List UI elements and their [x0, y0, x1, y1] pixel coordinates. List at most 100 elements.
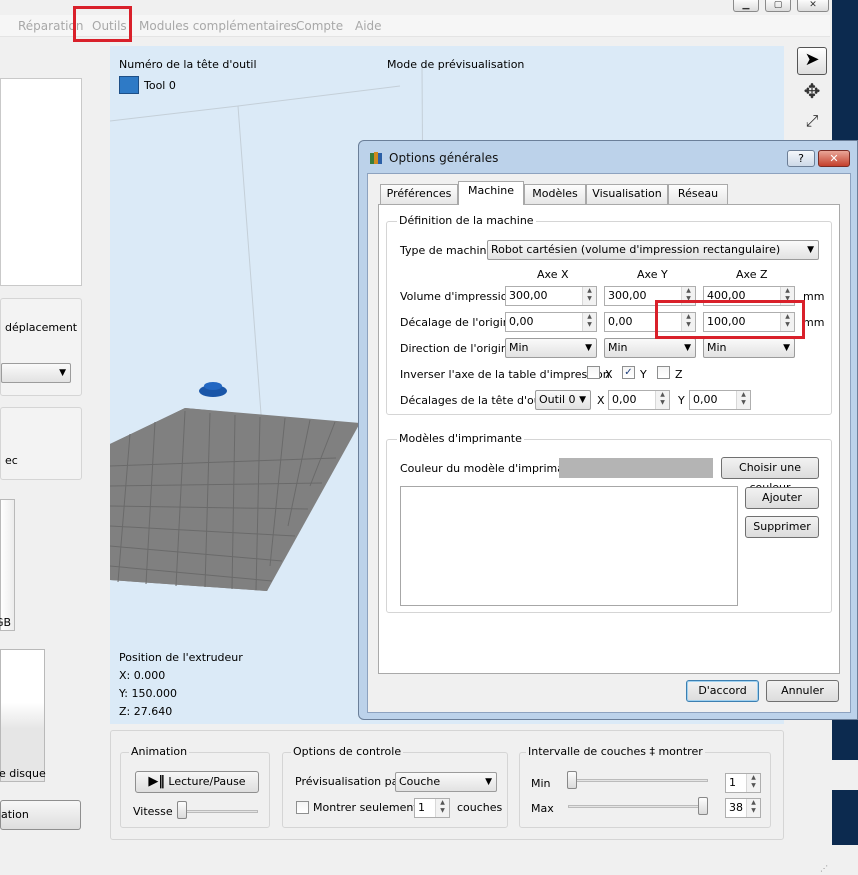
highlight-z-offset: [655, 300, 805, 339]
menu-addons[interactable]: Modules complémentaires: [139, 19, 297, 33]
dialog-title: Options générales: [389, 151, 499, 165]
extruder-y: Y: 150.000: [119, 687, 177, 700]
tool-offset-y-value: 0,00: [693, 393, 718, 406]
menu-help[interactable]: Aide: [355, 19, 382, 33]
direction-z-combo[interactable]: Min ▼: [703, 338, 795, 358]
chevron-down-icon: ▼: [807, 245, 814, 255]
speed-slider-handle[interactable]: [177, 801, 187, 819]
printer-models-list[interactable]: [400, 486, 738, 606]
offset-y-value: 0,00: [608, 315, 633, 328]
extruder-title: Position de l'extrudeur: [119, 651, 243, 664]
interval-max-handle[interactable]: [698, 797, 708, 815]
add-button[interactable]: Ajouter: [745, 487, 819, 509]
tool-offset-y-spinbox[interactable]: 0,00 ▲ ▼: [689, 390, 751, 410]
spin-arrows-icon[interactable]: ▲ ▼: [655, 391, 669, 409]
interval-max-value: 38: [729, 801, 743, 814]
play-pause-label: Lecture/Pause: [168, 775, 246, 788]
bottom-left-button[interactable]: ation: [0, 800, 81, 830]
tab-preferences[interactable]: Préférences: [380, 184, 458, 204]
only-show-value: 1: [418, 801, 425, 814]
tool-offset-combo[interactable]: Outil 0 ▼: [535, 390, 591, 410]
direction-x-combo[interactable]: Min ▼: [505, 338, 597, 358]
offset-x-spinbox[interactable]: 0,00 ▲ ▼: [505, 312, 597, 332]
chevron-down-icon: ▼: [59, 368, 66, 378]
object-list[interactable]: [0, 78, 82, 286]
only-show-spinbox[interactable]: 1 ▲ ▼: [414, 798, 450, 818]
spin-arrows-icon[interactable]: ▲ ▼: [746, 774, 760, 792]
interval-min-label: Min: [531, 777, 551, 790]
menu-account[interactable]: Compte: [296, 19, 343, 33]
tab-visualisation[interactable]: Visualisation: [586, 184, 668, 204]
preview-by-combo[interactable]: Couche ▼: [395, 772, 497, 792]
preview-by-value: Couche: [399, 775, 441, 788]
machine-type-label: Type de machine: [400, 244, 494, 257]
tab-models[interactable]: Modèles: [524, 184, 586, 204]
disk-label: e disque: [0, 767, 46, 780]
ok-button[interactable]: D'accord: [686, 680, 759, 702]
interval-min-slider[interactable]: [568, 779, 708, 782]
choose-color-button[interactable]: Choisir une couleur: [721, 457, 819, 494]
close-window-button[interactable]: ✕: [797, 0, 829, 12]
spin-arrows-icon[interactable]: ▲ ▼: [582, 287, 596, 305]
tool-color-swatch[interactable]: [119, 76, 139, 94]
help-button[interactable]: ?: [787, 150, 815, 167]
interval-min-spinbox[interactable]: 1 ▲ ▼: [725, 773, 761, 793]
disk-gauge: e disque: [0, 649, 46, 782]
minimize-button[interactable]: ▁: [733, 0, 759, 12]
speed-slider[interactable]: [178, 810, 258, 813]
volume-x-value: 300,00: [509, 289, 548, 302]
cancel-button[interactable]: Annuler: [766, 680, 839, 702]
extruder-x: X: 0.000: [119, 669, 166, 682]
spin-arrows-icon[interactable]: ▲ ▼: [736, 391, 750, 409]
resize-grip-icon[interactable]: ⋰: [820, 864, 828, 873]
invert-z-checkbox[interactable]: [657, 366, 670, 379]
volume-x-spinbox[interactable]: 300,00 ▲ ▼: [505, 286, 597, 306]
tool-offset-y-label: Y: [678, 394, 685, 407]
chevron-down-icon: ▼: [579, 395, 586, 405]
direction-y-combo[interactable]: Min ▼: [604, 338, 696, 358]
tool-name: Tool 0: [144, 79, 176, 92]
options-dialog: Options générales ? ✕ Préférences Machin…: [358, 140, 858, 720]
tool-offset-x-spinbox[interactable]: 0,00 ▲ ▼: [608, 390, 670, 410]
tool-offset-label: Décalages de la tête d'outil: [400, 394, 552, 407]
tab-machine[interactable]: Machine: [458, 181, 524, 205]
interval-title: Intervalle de couches ‡ montrer: [526, 745, 705, 758]
spin-arrows-icon[interactable]: ▲ ▼: [435, 799, 449, 817]
direction-label: Direction de l'origine: [400, 342, 515, 355]
chevron-down-icon: ▼: [585, 343, 592, 353]
speed-label: Vitesse: [133, 805, 173, 818]
machine-type-combo[interactable]: Robot cartésien (volume d'impression rec…: [487, 240, 819, 260]
axis-y-header: Axe Y: [637, 268, 668, 281]
move-label: déplacement: [5, 321, 78, 334]
printer-color-label: Couleur du modèle d'imprimante: [400, 462, 583, 475]
chevron-down-icon: ▼: [485, 777, 492, 787]
play-pause-icon: ▶‖: [148, 774, 165, 789]
extruder-z: Z: 27.640: [119, 705, 173, 718]
preview-by-label: Prévisualisation par: [295, 775, 403, 788]
play-pause-button[interactable]: ▶‖ Lecture/Pause: [135, 771, 259, 793]
invert-x-checkbox[interactable]: [587, 366, 600, 379]
scale-icon[interactable]: ⤢: [797, 108, 827, 136]
invert-z-label: Z: [675, 368, 683, 381]
invert-y-checkbox[interactable]: ✓: [622, 366, 635, 379]
dialog-close-button[interactable]: ✕: [818, 150, 850, 167]
app-icon: [369, 151, 383, 165]
partial-label: ec: [5, 454, 18, 467]
spin-arrows-icon[interactable]: ▲ ▼: [746, 799, 760, 817]
highlight-tools-menu: [73, 6, 132, 42]
remove-button[interactable]: Supprimer: [745, 516, 819, 538]
spin-arrows-icon[interactable]: ▲ ▼: [582, 313, 596, 331]
move-arrows-icon[interactable]: ✥: [797, 78, 827, 106]
interval-min-handle[interactable]: [567, 771, 577, 789]
invert-x-label: X: [605, 368, 613, 381]
offset-label: Décalage de l'origine: [400, 316, 517, 329]
maximize-button[interactable]: ▢: [765, 0, 791, 12]
interval-max-spinbox[interactable]: 38 ▲ ▼: [725, 798, 761, 818]
desktop-panel: [832, 760, 858, 790]
interval-max-slider[interactable]: [568, 805, 708, 808]
chevron-down-icon: ▼: [783, 343, 790, 353]
tab-network[interactable]: Réseau: [668, 184, 728, 204]
select-cursor-icon[interactable]: ➤: [797, 47, 827, 75]
only-show-checkbox[interactable]: [296, 801, 309, 814]
move-combo[interactable]: ▼: [1, 363, 71, 383]
